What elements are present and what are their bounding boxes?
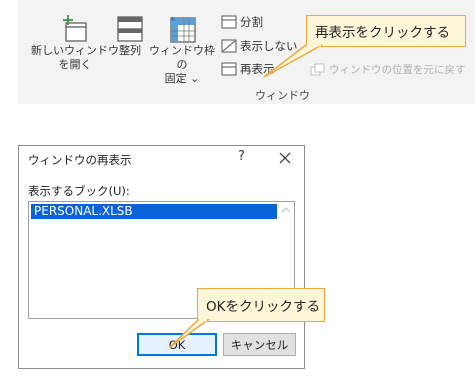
split-icon xyxy=(221,15,237,29)
new-window-label-1: 新しいウィンドウ xyxy=(31,44,119,57)
freeze-panes-button[interactable]: * ウィンドウ枠の 固定 ⌄ xyxy=(146,14,218,86)
arrange-all-icon xyxy=(117,16,143,42)
dialog-title: ウィンドウの再表示 xyxy=(28,153,132,167)
unhide-dialog: ウィンドウの再表示 ? 表示するブック(U): PERSONAL.XLSB OK… xyxy=(18,145,305,369)
new-window-button[interactable]: 新しいウィンドウ を開く xyxy=(30,14,120,72)
freeze-panes-label-2: 固定 ⌄ xyxy=(164,72,200,85)
unhide-icon xyxy=(221,62,237,76)
split-button[interactable]: 分割 xyxy=(221,14,263,30)
close-icon[interactable] xyxy=(277,150,293,166)
split-label: 分割 xyxy=(240,15,263,29)
new-window-label-2: を開く xyxy=(58,58,92,71)
ok-callout-text: OKをクリックする xyxy=(206,299,320,315)
reset-position-button[interactable]: ウィンドウの位置を元に戻す xyxy=(310,62,466,77)
unhide-callout-pointer xyxy=(263,44,323,78)
group-label: ウィンドウ xyxy=(255,89,310,102)
workbook-list-label: 表示するブック(U): xyxy=(28,184,130,198)
freeze-panes-icon: * xyxy=(170,16,196,43)
cancel-button[interactable]: キャンセル xyxy=(223,333,296,356)
reset-position-label: ウィンドウの位置を元に戻す xyxy=(329,64,466,76)
scroll-up-icon[interactable] xyxy=(277,202,294,218)
freeze-panes-label-1: ウィンドウ枠の xyxy=(149,44,215,71)
svg-text:*: * xyxy=(170,16,175,27)
list-item[interactable]: PERSONAL.XLSB xyxy=(31,204,278,219)
arrange-all-button[interactable]: 整列 xyxy=(110,14,150,58)
ok-callout-pointer xyxy=(169,319,210,348)
arrange-all-label: 整列 xyxy=(119,44,141,57)
hide-icon xyxy=(221,39,237,53)
new-window-icon xyxy=(63,15,87,42)
help-button[interactable]: ? xyxy=(238,149,245,164)
unhide-callout: 再表示をクリックする xyxy=(306,15,466,47)
ok-callout: OKをクリックする xyxy=(197,288,325,322)
unhide-callout-text: 再表示をクリックする xyxy=(315,25,450,41)
